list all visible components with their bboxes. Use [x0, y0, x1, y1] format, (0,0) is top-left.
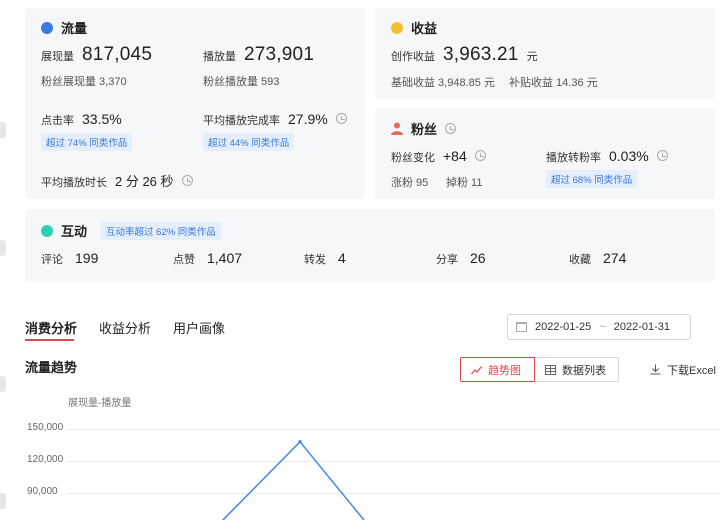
side-edge-mark — [0, 376, 6, 392]
conversion-label: 播放转粉率 — [546, 152, 601, 164]
download-icon — [650, 364, 661, 375]
income-card: 收益 创作收益 3,963.21 元 基础收益 3,948.85 元 补贴收益 … — [375, 8, 715, 99]
help-icon[interactable] — [445, 123, 457, 134]
traffic-title: 流量 — [61, 21, 88, 36]
y-tick-label: 150,000 — [27, 422, 64, 433]
basic-income: 基础收益 3,948.85 元 — [391, 77, 495, 89]
completion-value: 27.9% — [288, 111, 328, 127]
ctr-label: 点击率 — [41, 115, 74, 127]
stat-value: 1,407 — [207, 250, 243, 266]
income-title: 收益 — [411, 21, 438, 36]
fan-loss: 掉粉 11 — [446, 177, 483, 189]
creation-income-value: 3,963.21 — [443, 44, 519, 65]
fan-plays: 粉丝播放量 593 — [203, 76, 280, 88]
interaction-badge: 互动率超过 62% 同类作品 — [101, 221, 221, 240]
calendar-icon — [516, 322, 527, 332]
section-title: 流量趋势 — [25, 360, 78, 375]
download-label: 下载Excel — [667, 364, 716, 377]
side-edge-mark — [0, 240, 6, 256]
interaction-item-favorites: 收藏 274 — [569, 250, 626, 267]
fans-card: 粉丝 粉丝变化 +84 涨粉 95 掉粉 11 播放转粉率 0.03% 超过 6… — [375, 108, 715, 199]
trend-view-label: 趋势图 — [488, 364, 521, 377]
stat-label: 收藏 — [569, 254, 591, 266]
ctr-value: 33.5% — [82, 111, 122, 127]
impressions-label: 展现量 — [41, 51, 74, 63]
info-icon[interactable] — [335, 113, 347, 124]
table-view-button[interactable]: 数据列表 — [535, 357, 619, 382]
stat-label: 点赞 — [173, 254, 195, 266]
interaction-item-reposts: 转发 4 — [304, 250, 346, 267]
stat-label: 转发 — [304, 254, 326, 266]
y-tick-label: 120,000 — [27, 454, 64, 465]
info-icon[interactable] — [181, 175, 193, 186]
info-icon[interactable] — [656, 150, 668, 161]
duration-value: 2 分 26 秒 — [115, 174, 174, 189]
creation-income-label: 创作收益 — [391, 51, 435, 63]
interaction-title: 互动 — [61, 224, 88, 239]
traffic-card: 流量 展现量 817,045 粉丝展现量 3,370 播放量 273,901 粉… — [25, 8, 365, 199]
income-header: 收益 — [391, 18, 437, 37]
interaction-item-shares: 分享 26 — [436, 250, 486, 267]
conversion-badge: 超过 68% 同类作品 — [546, 170, 638, 188]
completion-badge: 超过 44% 同类作品 — [203, 133, 295, 151]
interaction-item-likes: 点赞 1,407 — [173, 250, 242, 267]
stat-label: 分享 — [436, 254, 458, 266]
plays-label: 播放量 — [203, 51, 236, 63]
fans-title: 粉丝 — [411, 122, 438, 137]
fan-gain: 涨粉 95 — [391, 177, 429, 189]
stat-label: 评论 — [41, 254, 63, 266]
date-end: 2022-01-31 — [613, 321, 670, 333]
stat-value: 199 — [75, 250, 99, 266]
tab-income-analysis[interactable]: 收益分析 — [99, 318, 151, 337]
y-tick-label: 90,000 — [27, 486, 58, 497]
trend-view-button[interactable]: 趋势图 — [460, 357, 535, 382]
impressions-value: 817,045 — [82, 44, 153, 65]
chart-legend-label: 展现量-播放量 — [68, 398, 132, 409]
date-start: 2022-01-25 — [535, 321, 592, 333]
stat-value: 26 — [470, 250, 486, 266]
trend-icon — [471, 365, 482, 374]
download-excel-button[interactable]: 下载Excel — [650, 357, 720, 382]
conversion-value: 0.03% — [609, 148, 649, 164]
side-edge-mark — [0, 122, 6, 138]
plays-value: 273,901 — [244, 44, 315, 65]
side-edge-mark — [0, 493, 6, 509]
completion-label: 平均播放完成率 — [203, 115, 280, 127]
series-line-impressions — [221, 440, 365, 520]
tab-consumption-analysis[interactable]: 消费分析 — [25, 318, 77, 337]
ctr-badge: 超过 74% 同类作品 — [41, 133, 133, 151]
user-icon — [391, 122, 403, 135]
grid-line — [68, 493, 720, 494]
active-tab-indicator — [25, 339, 74, 341]
stat-value: 4 — [338, 250, 346, 266]
stat-value: 274 — [603, 250, 627, 266]
droplet-icon — [41, 21, 53, 34]
grid-line — [68, 429, 720, 430]
fan-change-label: 粉丝变化 — [391, 152, 435, 164]
interaction-card: 互动 互动率超过 62% 同类作品 评论 199 点赞 1,407 转发 4 分… — [25, 209, 715, 282]
traffic-header: 流量 — [41, 18, 87, 37]
subsidy-income: 补贴收益 14.36 元 — [509, 77, 598, 89]
grid-line — [68, 461, 720, 462]
interaction-item-comments: 评论 199 — [41, 250, 98, 267]
interaction-icon — [41, 224, 53, 237]
date-separator: ~ — [599, 321, 606, 333]
tab-user-profile[interactable]: 用户画像 — [173, 318, 225, 337]
creation-income-unit: 元 — [526, 51, 538, 63]
date-range-picker[interactable]: 2022-01-25 ~ 2022-01-31 — [507, 314, 691, 340]
table-icon — [545, 364, 556, 375]
duration-label: 平均播放时长 — [41, 177, 107, 189]
info-icon[interactable] — [474, 150, 486, 161]
fan-change-value: +84 — [443, 148, 467, 164]
interaction-header: 互动 互动率超过 62% 同类作品 — [41, 221, 221, 240]
fan-impressions: 粉丝展现量 3,370 — [41, 76, 127, 88]
fans-header: 粉丝 — [391, 119, 457, 138]
coin-icon — [391, 21, 403, 34]
data-point — [298, 440, 302, 444]
table-view-label: 数据列表 — [562, 364, 606, 377]
